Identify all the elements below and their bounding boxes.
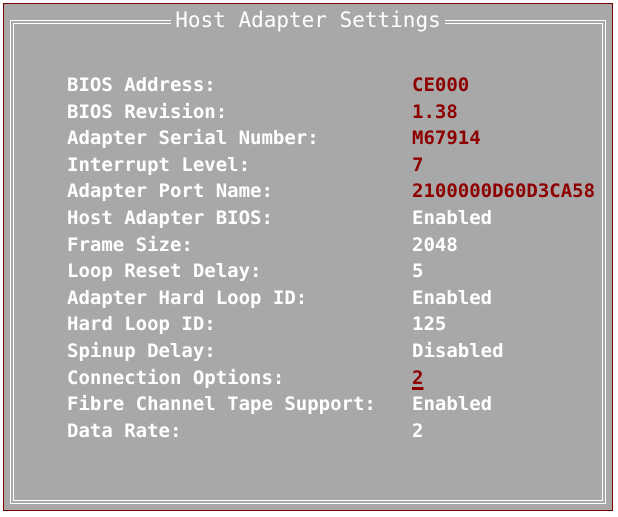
setting-label: Spinup Delay:	[67, 339, 216, 362]
setting-row-adapter-hard-loop-id[interactable]: Adapter Hard Loop ID: Enabled	[67, 285, 617, 312]
setting-value-readonly: CE000	[412, 74, 470, 96]
setting-label: Adapter Port Name:	[67, 180, 273, 203]
setting-row-frame-size[interactable]: Frame Size: 2048	[67, 232, 617, 259]
setting-row-adapter-serial-number: Adapter Serial Number: M67914	[67, 125, 617, 152]
window-title: Host Adapter Settings	[4, 7, 612, 33]
setting-value-host-adapter-bios[interactable]: Enabled	[412, 205, 492, 231]
setting-label: Fibre Channel Tape Support:	[67, 393, 376, 416]
setting-row-loop-reset-delay[interactable]: Loop Reset Delay: 5	[67, 258, 617, 285]
setting-value-data-rate[interactable]: 2	[412, 418, 423, 444]
setting-label: Host Adapter BIOS:	[67, 206, 273, 229]
setting-row-data-rate[interactable]: Data Rate: 2	[67, 418, 617, 445]
setting-value-frame-size[interactable]: 2048	[412, 232, 458, 258]
setting-value-readonly: 2100000D60D3CA58	[412, 180, 596, 203]
setting-row-hard-loop-id[interactable]: Hard Loop ID: 125	[67, 311, 617, 338]
setting-label: BIOS Address:	[67, 74, 216, 96]
window-title-text: Host Adapter Settings	[171, 8, 445, 32]
setting-label: Connection Options:	[67, 366, 285, 389]
setting-label: Interrupt Level:	[67, 153, 251, 176]
setting-label: Hard Loop ID:	[67, 313, 216, 336]
settings-list: BIOS Address: CE000 BIOS Revision: 1.38 …	[67, 72, 617, 444]
setting-row-connection-options[interactable]: Connection Options: 2	[67, 365, 617, 392]
setting-row-bios-address: BIOS Address: CE000	[67, 72, 617, 99]
setting-value-spinup-delay[interactable]: Disabled	[412, 338, 504, 364]
setting-value-readonly: 1.38	[412, 100, 458, 123]
setting-row-fibre-channel-tape-support[interactable]: Fibre Channel Tape Support: Enabled	[67, 391, 617, 418]
setting-value-fibre-channel-tape-support[interactable]: Enabled	[412, 391, 492, 417]
setting-value-readonly: 7	[412, 153, 424, 176]
setting-label: BIOS Revision:	[67, 100, 228, 123]
setting-row-spinup-delay[interactable]: Spinup Delay: Disabled	[67, 338, 617, 365]
setting-value-readonly: M67914	[412, 127, 481, 150]
setting-label: Loop Reset Delay:	[67, 260, 262, 283]
setting-label: Frame Size:	[67, 233, 193, 256]
setting-value-adapter-hard-loop-id[interactable]: Enabled	[412, 285, 492, 311]
setting-row-host-adapter-bios[interactable]: Host Adapter BIOS: Enabled	[67, 205, 617, 232]
setting-row-adapter-port-name: Adapter Port Name: 2100000D60D3CA58	[67, 178, 617, 205]
bios-screen: Host Adapter Settings BIOS Address: CE00…	[0, 0, 618, 517]
setting-row-interrupt-level: Interrupt Level: 7	[67, 152, 617, 179]
setting-label: Adapter Serial Number:	[67, 127, 319, 150]
settings-panel: Host Adapter Settings BIOS Address: CE00…	[3, 3, 613, 511]
setting-label: Adapter Hard Loop ID:	[67, 286, 308, 309]
setting-label: Data Rate:	[67, 419, 182, 442]
setting-value-hard-loop-id[interactable]: 125	[412, 311, 446, 337]
setting-value-loop-reset-delay[interactable]: 5	[412, 258, 423, 284]
setting-row-bios-revision: BIOS Revision: 1.38	[67, 99, 617, 126]
setting-value-connection-options-selected[interactable]: 2	[412, 365, 423, 391]
